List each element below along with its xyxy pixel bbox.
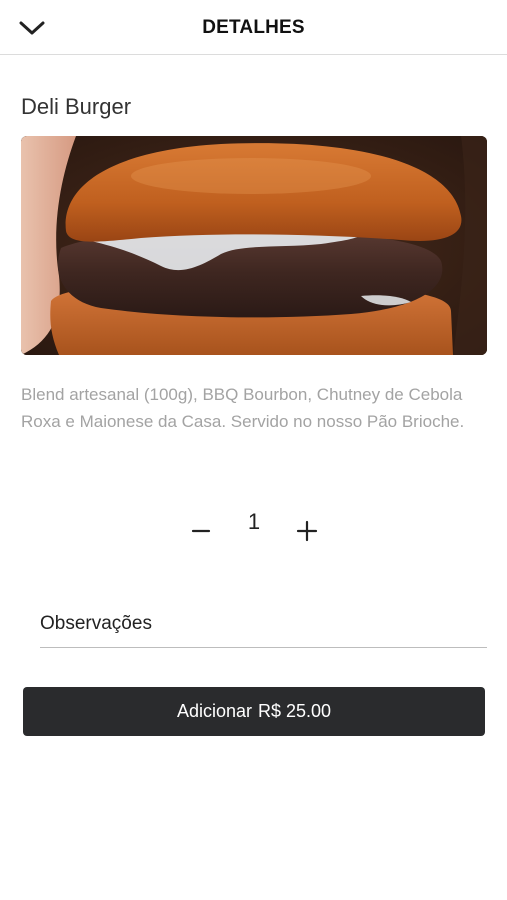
quantity-value: 1: [247, 509, 261, 534]
minus-icon: [191, 529, 211, 533]
product-name: Deli Burger: [21, 94, 132, 119]
page-title: DETALHES: [202, 16, 305, 38]
burger-photo: [21, 136, 487, 355]
product-image: [21, 136, 487, 355]
add-to-cart-button[interactable]: Adicionar R$ 25.00: [23, 687, 485, 736]
back-button[interactable]: [14, 12, 50, 44]
add-button-price: R$ 25.00: [257, 701, 332, 721]
product-description: Blend artesanal (100g), BBQ Bourbon, Chu…: [21, 385, 465, 431]
add-button-label: Adicionar: [176, 701, 252, 721]
plus-icon: [296, 520, 318, 542]
increase-quantity-button[interactable]: [289, 513, 325, 549]
notes-input[interactable]: [40, 600, 487, 648]
decrease-quantity-button[interactable]: [183, 513, 219, 549]
header-bar: DETALHES: [0, 0, 507, 55]
chevron-down-icon: [19, 21, 45, 35]
product-details-screen: DETALHES Deli Burger Blend artesanal (10…: [0, 0, 507, 900]
quantity-stepper: 1: [0, 505, 507, 549]
